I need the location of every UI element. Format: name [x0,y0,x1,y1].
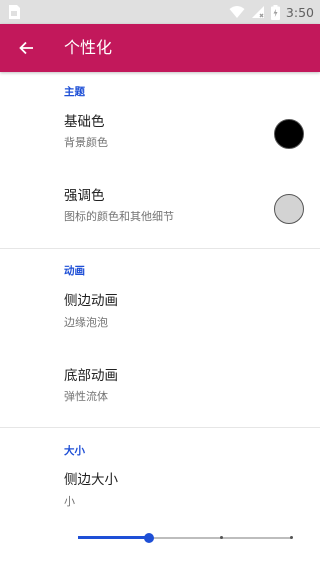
section-header-size: 大小 [64,445,85,457]
pref-title: 基础色 [64,114,105,130]
app-bar: 个性化 [0,24,320,72]
section-header-theme: 主题 [64,86,85,98]
pref-summary: 小 [64,495,75,508]
pref-summary: 图标的颜色和其他细节 [64,210,174,223]
slider-tick [220,536,223,539]
no-signal-icon [251,6,264,18]
pref-title: 强调色 [64,188,105,204]
pref-bottom-animation[interactable]: 底部动画 弹性流体 [0,360,320,422]
battery-charging-icon [270,4,280,20]
slider-active-track [78,536,149,539]
sim-card-icon [9,5,20,19]
section-header-animation: 动画 [64,265,85,277]
divider [0,427,320,428]
size-slider[interactable] [78,530,293,546]
status-time: 3:50 [285,4,314,20]
status-bar: 3:50 [0,0,320,24]
wifi-icon [229,6,245,18]
accent-color-swatch[interactable] [274,194,304,224]
pref-summary: 弹性流体 [64,390,108,403]
base-color-swatch[interactable] [274,119,304,149]
pref-summary: 边缘泡泡 [64,316,108,329]
pref-side-animation[interactable]: 侧边动画 边缘泡泡 [0,284,320,346]
pref-side-size[interactable]: 侧边大小 小 [0,464,320,520]
arrow-back-icon [19,41,33,55]
pref-title: 侧边大小 [64,472,118,488]
pref-title: 底部动画 [64,368,118,384]
back-button[interactable] [8,30,44,66]
page-title: 个性化 [64,38,113,57]
pref-base-color[interactable]: 基础色 背景颜色 [0,104,320,170]
slider-thumb[interactable] [144,533,154,543]
slider-tick [290,536,293,539]
pref-summary: 背景颜色 [64,136,108,149]
pref-accent-color[interactable]: 强调色 图标的颜色和其他细节 [0,178,320,244]
pref-title: 侧边动画 [64,293,118,309]
divider [0,248,320,249]
